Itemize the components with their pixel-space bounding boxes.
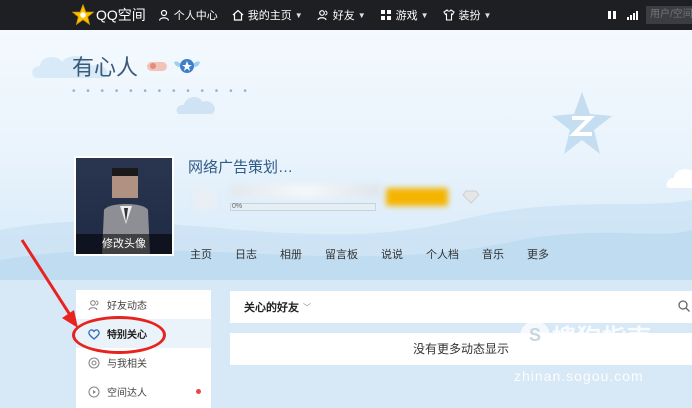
space-title: 有心人	[72, 55, 139, 80]
feed-filter-dropdown[interactable]: 关心的好友	[244, 299, 299, 315]
nav-label: 游戏	[395, 10, 418, 22]
nav-friends[interactable]: 好友 ▼	[317, 7, 366, 23]
tab-music[interactable]: 音乐	[482, 246, 504, 262]
nav-games[interactable]: 游戏 ▼	[380, 7, 429, 23]
star-logo-icon	[72, 4, 94, 26]
edit-avatar-button[interactable]: 修改头像	[76, 234, 172, 254]
search-icon[interactable]	[678, 300, 690, 312]
user-search-input[interactable]	[646, 6, 692, 24]
title-dots-divider: • • • • • • • • • • • • •	[72, 86, 251, 97]
tab-more[interactable]: 更多	[527, 246, 549, 262]
avatar[interactable]: 修改头像	[74, 156, 174, 256]
sidebar-item-label: 好友动态	[107, 301, 147, 312]
user-nickname[interactable]: 网络广告策划…	[188, 156, 293, 177]
chevron-down-icon: ▼	[294, 10, 303, 20]
top-navigation-bar: QQ空间 个人中心 我的主页 ▼ 好友 ▼ 游戏 ▼ 装扮 ▼	[0, 0, 692, 30]
tab-profile[interactable]: 个人档	[426, 246, 459, 262]
winged-star-badge-icon[interactable]	[172, 56, 202, 76]
qzone-logo[interactable]: QQ空间	[72, 4, 146, 26]
tab-message-board[interactable]: 留言板	[325, 246, 358, 262]
signal-bars-icon[interactable]	[626, 9, 638, 21]
cloud-decoration	[666, 169, 692, 188]
nav-my-homepage[interactable]: 我的主页 ▼	[232, 7, 303, 23]
tab-home[interactable]: 主页	[190, 246, 212, 262]
person-icon	[158, 9, 169, 21]
tab-blog[interactable]: 日志	[235, 246, 257, 262]
pause-icon[interactable]	[606, 9, 618, 21]
sidebar-item-space-talent[interactable]: 空间达人	[76, 377, 211, 406]
chevron-down-icon[interactable]: ﹀	[303, 302, 311, 313]
title-badges	[146, 56, 202, 76]
chevron-down-icon: ▼	[420, 10, 429, 20]
sogou-watermark: S 搜狗指南	[520, 318, 652, 353]
shirt-icon	[442, 9, 455, 21]
home-icon	[232, 9, 244, 21]
main-tabs: 主页 日志 相册 留言板 说说 个人档 音乐 更多	[190, 246, 572, 262]
diamond-icon[interactable]	[462, 190, 480, 204]
blurred-info	[230, 184, 380, 198]
nav-label: 我的主页	[247, 10, 292, 22]
blurred-info	[194, 188, 216, 210]
friends-icon	[88, 299, 99, 310]
at-icon	[88, 356, 100, 369]
nav-personal-center[interactable]: 个人中心	[158, 7, 218, 23]
nav-label: 装扮	[458, 10, 481, 22]
sidebar-item-label: 空间达人	[107, 388, 147, 399]
nav-label: 个人中心	[173, 10, 218, 22]
nav-decoration[interactable]: 装扮 ▼	[442, 7, 492, 23]
tab-album[interactable]: 相册	[280, 246, 302, 262]
cloud-decoration	[176, 96, 215, 114]
watermark-logo-icon: S	[520, 320, 550, 351]
topbar-right-tools	[606, 0, 692, 30]
sidebar-item-related-to-me[interactable]: 与我相关	[76, 348, 211, 377]
pink-badge-icon[interactable]	[146, 59, 170, 73]
watermark-url: zhinan.sogou.com	[514, 368, 644, 384]
vip-badge[interactable]	[386, 188, 448, 206]
logo-text: QQ空间	[96, 7, 146, 23]
level-percent: 0%	[232, 203, 243, 210]
highlight-ellipse-annotation	[72, 316, 166, 354]
tab-shuoshuo[interactable]: 说说	[381, 246, 403, 262]
sidebar-item-label: 与我相关	[107, 359, 147, 370]
friends-icon	[317, 10, 328, 21]
chevron-down-icon: ▼	[483, 10, 492, 20]
sidebar-item-friend-feed[interactable]: 好友动态	[76, 290, 211, 319]
watermark-text: 搜狗指南	[552, 325, 652, 352]
qzone-star-decoration	[552, 92, 612, 154]
play-circle-icon	[88, 385, 100, 398]
level-progress-bar	[230, 203, 376, 211]
nav-label: 好友	[332, 10, 355, 22]
chevron-down-icon: ▼	[357, 10, 366, 20]
grid-icon	[380, 10, 391, 20]
notification-dot	[196, 389, 201, 394]
